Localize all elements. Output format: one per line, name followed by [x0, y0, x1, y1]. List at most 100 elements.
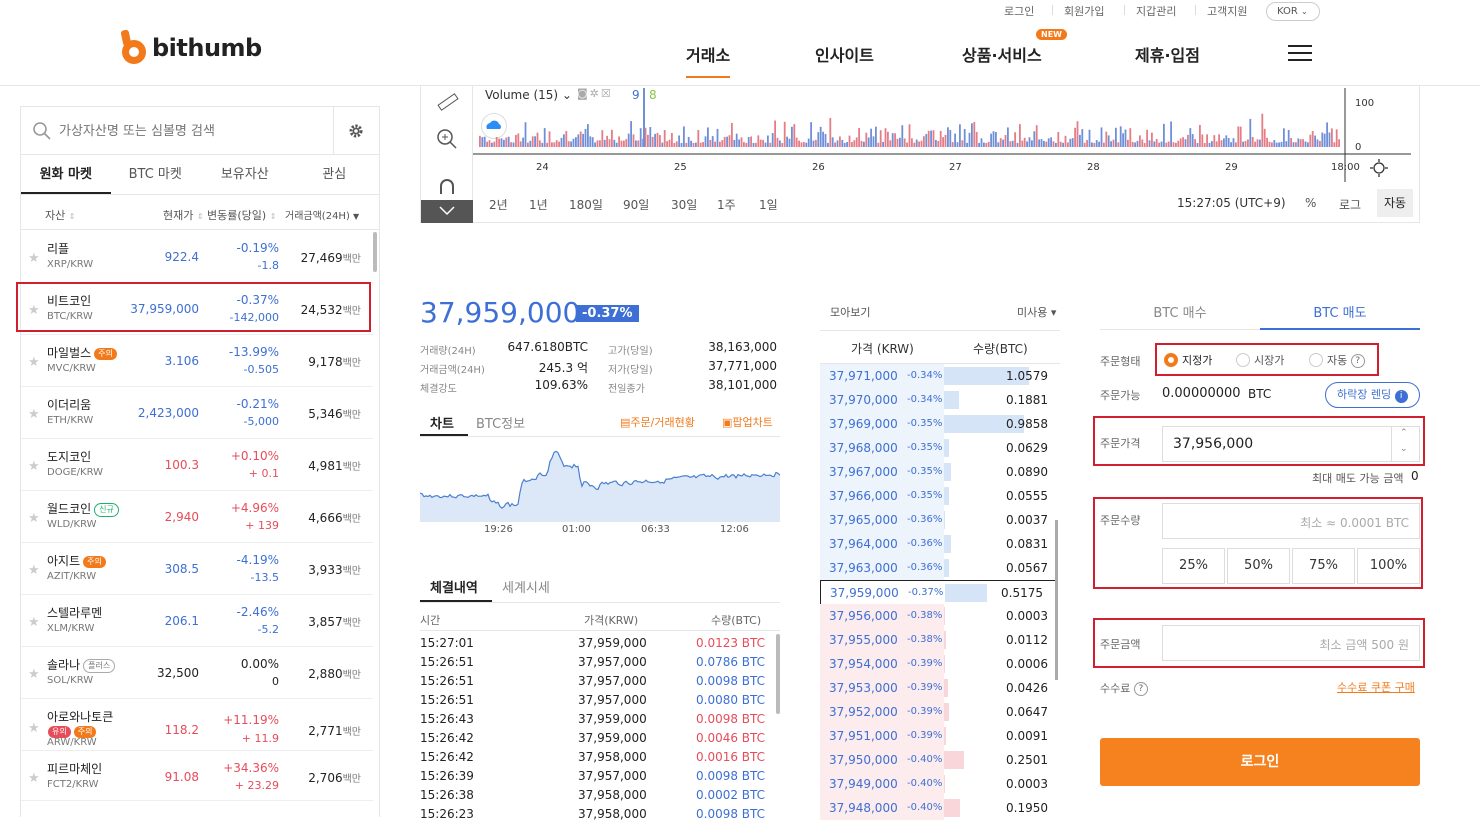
period-option[interactable]: 180일 — [569, 196, 603, 213]
volume-bar — [1134, 142, 1136, 147]
nav-exchange[interactable]: 거래소 — [686, 42, 731, 78]
star-icon[interactable]: ★ — [28, 667, 40, 682]
list-item[interactable]: ★ 스텔라루멘 XLM/KRW 206.1 -2.46% -5.2 3,857백만 — [21, 595, 373, 647]
period-option[interactable]: 30일 — [671, 196, 697, 213]
orderbook-row[interactable]: 37,950,000 -0.40% 0.2501 — [820, 748, 1060, 772]
star-icon[interactable]: ★ — [28, 771, 40, 786]
popup-chart-link[interactable]: ▣팝업차트 — [722, 414, 773, 430]
scrollbar[interactable] — [373, 232, 377, 272]
settings-icon[interactable] — [1370, 159, 1388, 177]
list-item[interactable]: ★ 월드코인 신규 WLD/KRW 2,940 +4.96% + 139 4,666백만 — [21, 491, 373, 543]
star-icon[interactable]: ★ — [28, 251, 40, 266]
col-change[interactable]: 변동률(당일) ⇕ — [207, 207, 276, 223]
volume-bar — [579, 131, 582, 147]
tab-chart[interactable]: 차트 — [430, 413, 454, 432]
tab-sell[interactable]: BTC 매도 — [1260, 302, 1420, 321]
orderbook-row[interactable]: 37,959,000 -0.37% 0.5175 — [820, 580, 1057, 605]
tab-favorites[interactable]: 관심 — [290, 155, 380, 194]
orderbook-view[interactable]: 모아보기 — [830, 304, 870, 320]
list-item[interactable]: ★ 도지코인 DOGE/KRW 100.3 +0.10% + 0.1 4,981백만 — [21, 439, 373, 491]
tab-btc-market[interactable]: BTC 마켓 — [111, 155, 201, 194]
period-option[interactable]: 2년 — [489, 196, 508, 213]
orderbook-row[interactable]: 37,964,000 -0.36% 0.0831 — [820, 532, 1060, 556]
nav-insight[interactable]: 인사이트 — [815, 42, 874, 66]
orderbook-row[interactable]: 37,952,000 -0.39% 0.0647 — [820, 700, 1060, 724]
list-item[interactable]: ★ 솔라나 플러스 SOL/KRW 32,500 0.00% 0 2,880백만 — [21, 647, 373, 699]
star-icon[interactable]: ★ — [28, 721, 40, 736]
menu-icon[interactable] — [1288, 45, 1312, 63]
list-item[interactable]: ★ 이더리움 ETH/KRW 2,423,000 -0.21% -5,000 5,346백만 — [21, 387, 373, 439]
language-select[interactable]: KOR ⌄ — [1266, 2, 1320, 21]
volume-text: 2,771 — [308, 724, 343, 738]
orderbook-row[interactable]: 37,970,000 -0.34% 0.1881 — [820, 388, 1060, 412]
period-option[interactable]: 1일 — [759, 196, 778, 213]
period-option[interactable]: 1주 — [717, 196, 736, 213]
grouping-select[interactable]: 미사용 ▾ — [1017, 304, 1056, 320]
orderbook-row[interactable]: 37,968,000 -0.35% 0.0629 — [820, 436, 1060, 460]
orderbook-row[interactable]: 37,954,000 -0.39% 0.0006 — [820, 652, 1060, 676]
search-input[interactable] — [59, 119, 329, 143]
orderbook-row[interactable]: 37,948,000 -0.40% 0.1950 — [820, 796, 1060, 820]
ruler-icon[interactable] — [436, 90, 460, 114]
star-icon[interactable]: ★ — [28, 615, 40, 630]
zoom-icon[interactable] — [436, 128, 458, 150]
orderbook-row[interactable]: 37,969,000 -0.35% 0.9858 — [820, 412, 1060, 436]
order-status-link[interactable]: ▤주문/거래현황 — [620, 414, 695, 430]
magnet-icon[interactable] — [438, 178, 456, 196]
scale-percent[interactable]: % — [1305, 196, 1316, 210]
support-link[interactable]: 고객지원 — [1207, 3, 1247, 19]
wallet-link[interactable]: 지갑관리 — [1136, 3, 1176, 19]
login-link[interactable]: 로그인 — [1004, 3, 1034, 19]
star-icon[interactable]: ★ — [28, 407, 40, 422]
orderbook-scrollbar[interactable] — [1055, 520, 1058, 680]
col-asset[interactable]: 자산 ⇕ — [45, 207, 75, 223]
x-tick: 12:06 — [720, 524, 749, 535]
star-icon[interactable]: ★ — [28, 511, 40, 526]
scale-auto[interactable]: 자동 — [1377, 189, 1413, 217]
star-icon[interactable]: ★ — [28, 355, 40, 370]
trades-scrollbar[interactable] — [776, 634, 780, 714]
volume-bar — [675, 141, 678, 147]
login-button[interactable]: 로그인 — [1100, 738, 1420, 786]
orderbook-row[interactable]: 37,965,000 -0.36% 0.0037 — [820, 508, 1060, 532]
list-item[interactable]: ★ 리플 XRP/KRW 922.4 -0.19% -1.8 27,469백만 — [21, 231, 373, 283]
list-item[interactable]: ★ 피르마체인 FCT2/KRW 91.08 +34.36% + 23.29 2,706백만 — [21, 751, 373, 801]
volume-bar — [723, 136, 726, 147]
volume-bar — [1254, 141, 1256, 147]
col-price[interactable]: 현재가 ⇕ — [163, 207, 204, 223]
list-item[interactable]: ★ 아로와나토큰 유의 주의 ARW/KRW 118.2 +11.19% + 11.9 2,77… — [21, 699, 373, 751]
orderbook-row[interactable]: 37,953,000 -0.39% 0.0426 — [820, 676, 1060, 700]
bithumb-logo[interactable]: bithumb — [118, 28, 262, 68]
scale-log[interactable]: 로그 — [1339, 196, 1361, 213]
orderbook-row[interactable]: 37,971,000 -0.34% 1.0579 — [820, 364, 1060, 388]
tab-krw-market[interactable]: 원화 마켓 — [21, 155, 111, 194]
tab-holdings[interactable]: 보유자산 — [200, 155, 290, 194]
orderbook-row[interactable]: 37,955,000 -0.38% 0.0112 — [820, 628, 1060, 652]
orderbook-row[interactable]: 37,951,000 -0.39% 0.0091 — [820, 724, 1060, 748]
lending-button[interactable]: 하락장 렌딩 i — [1325, 382, 1420, 408]
signup-link[interactable]: 회원가입 — [1064, 3, 1104, 19]
tab-buy[interactable]: BTC 매수 — [1100, 302, 1260, 321]
orderbook-row[interactable]: 37,966,000 -0.35% 0.0555 — [820, 484, 1060, 508]
orderbook-row[interactable]: 37,949,000 -0.40% 0.0003 — [820, 772, 1060, 796]
collapse-button[interactable] — [421, 200, 473, 223]
period-option[interactable]: 1년 — [529, 196, 548, 213]
orderbook-row[interactable]: 37,963,000 -0.36% 0.0567 — [820, 556, 1060, 580]
tab-world-price[interactable]: 세계시세 — [502, 577, 550, 596]
star-icon[interactable]: ★ — [28, 459, 40, 474]
period-option[interactable]: 90일 — [623, 196, 649, 213]
col-volume[interactable]: 거래금액(24H) ▼ — [285, 207, 359, 222]
volume-bar — [666, 141, 668, 147]
star-icon[interactable]: ★ — [28, 563, 40, 578]
nav-partnership[interactable]: 제휴·입점 — [1135, 42, 1200, 66]
coupon-link[interactable]: 수수료 쿠폰 구매 — [1337, 679, 1415, 695]
nav-products[interactable]: 상품·서비스 — [962, 42, 1042, 66]
list-item[interactable]: ★ 아지트 주의 AZIT/KRW 308.5 -4.19% -13.5 3,933백만 — [21, 543, 373, 595]
list-item[interactable]: ★ 마일벌스 주의 MVC/KRW 3.106 -13.99% -0.505 9,178백만 — [21, 335, 373, 387]
orderbook-row[interactable]: 37,956,000 -0.38% 0.0003 — [820, 604, 1060, 628]
gear-icon[interactable] — [348, 123, 364, 139]
tab-trades[interactable]: 체결내역 — [430, 577, 478, 596]
orderbook-row[interactable]: 37,967,000 -0.35% 0.0890 — [820, 460, 1060, 484]
help-icon[interactable]: ? — [1133, 682, 1148, 696]
tab-btc-info[interactable]: BTC정보 — [476, 413, 525, 432]
